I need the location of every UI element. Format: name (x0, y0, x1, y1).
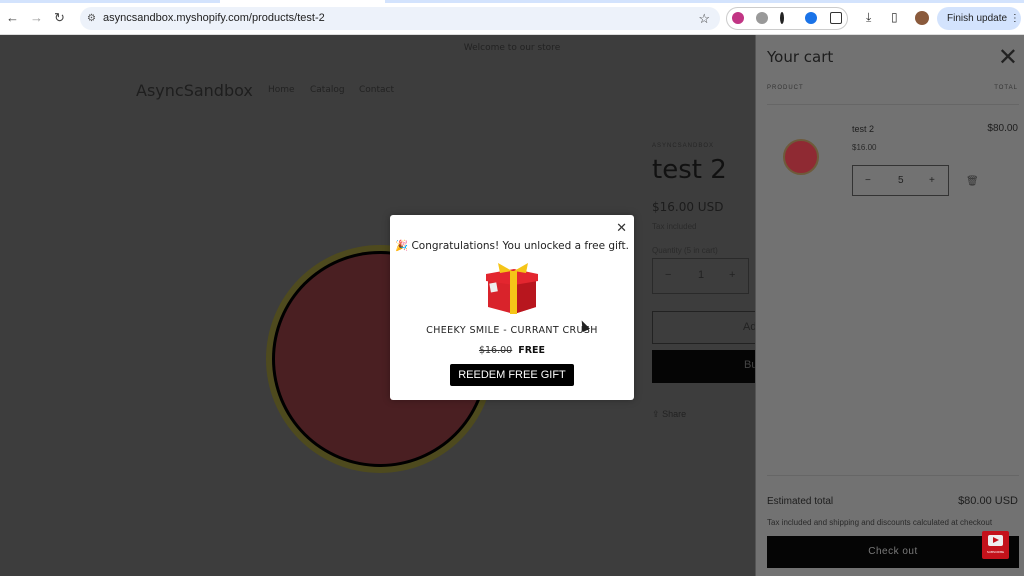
puzzle-icon[interactable] (830, 12, 842, 24)
product-title: test 2 (652, 155, 727, 185)
column-product: PRODUCT (767, 85, 804, 91)
cart-drawer: Your cart ✕ PRODUCT TOTAL test 2 $16.00 … (755, 35, 1024, 576)
buy-now-button[interactable]: Bu (652, 350, 757, 383)
decrease-button[interactable]: − (665, 269, 671, 281)
quantity-value[interactable]: 5 (898, 175, 904, 186)
decrease-button[interactable]: − (865, 175, 871, 186)
gift-prices: $16.00 FREE (390, 345, 634, 356)
share-icon: ⇪ (652, 409, 660, 419)
store-page: Welcome to our store AsyncSandbox Home C… (0, 35, 757, 576)
quantity-stepper: − 1 + (652, 258, 749, 294)
youtube-subscribe-badge[interactable]: SUBSCRIBE (982, 531, 1009, 559)
finish-update-button[interactable]: Finish update ⋮ (937, 7, 1021, 30)
quantity-value[interactable]: 1 (698, 269, 704, 281)
close-icon[interactable]: ✕ (998, 43, 1018, 72)
free-price: FREE (518, 345, 546, 356)
add-to-cart-button[interactable]: Ad (652, 311, 756, 344)
free-gift-modal: ✕ 🎉 Congratulations! You unlocked a free… (390, 215, 634, 400)
tax-note: Tax included (652, 222, 697, 231)
divider (767, 104, 1019, 105)
cart-title: Your cart (767, 48, 834, 66)
store-logo[interactable]: AsyncSandbox (136, 81, 253, 100)
subscribe-label: SUBSCRIBE (986, 550, 1005, 554)
congrats-message: 🎉 Congratulations! You unlocked a free g… (395, 240, 629, 252)
cart-quantity-stepper: − 5 + (852, 165, 949, 196)
share-button[interactable]: ⇪ Share (652, 409, 686, 420)
play-icon (988, 535, 1003, 546)
tab-strip (0, 0, 1024, 3)
back-icon[interactable]: ← (6, 10, 19, 25)
product-price: $16.00 USD (652, 200, 724, 214)
sidepanel-icon[interactable]: ▯ (891, 10, 898, 24)
quantity-label: Quantity (5 in cart) (652, 246, 718, 255)
nav-contact[interactable]: Contact (359, 85, 394, 95)
bookmark-star-icon[interactable]: ☆ (698, 7, 710, 30)
column-total: TOTAL (994, 85, 1018, 91)
estimated-total-value: $80.00 USD (958, 495, 1018, 507)
gift-box-icon (486, 263, 538, 314)
extensions-group (726, 7, 848, 30)
eyedropper-icon[interactable] (780, 12, 784, 24)
increase-button[interactable]: + (929, 175, 935, 186)
extension-icon[interactable] (732, 12, 744, 24)
cart-item-total: $80.00 (987, 123, 1018, 134)
increase-button[interactable]: + (729, 269, 735, 281)
extension-icon[interactable] (805, 12, 817, 24)
estimated-total-label: Estimated total (767, 496, 834, 507)
extension-icon[interactable] (756, 12, 768, 24)
address-bar[interactable]: ⚙ asyncsandbox.myshopify.com/products/te… (80, 7, 720, 30)
avatar[interactable] (915, 11, 929, 25)
close-icon[interactable]: ✕ (616, 220, 627, 236)
reload-icon[interactable]: ↻ (54, 10, 65, 26)
cart-item-price: $16.00 (852, 143, 877, 152)
tab[interactable] (385, 0, 1024, 3)
nav-catalog[interactable]: Catalog (310, 85, 345, 95)
cart-item-image[interactable] (783, 139, 819, 175)
gift-product-name: CHEEKY SMILE - CURRANT CRUSH (426, 325, 598, 336)
forward-icon[interactable]: → (30, 10, 43, 25)
finish-update-label: Finish update (947, 13, 1008, 24)
product-vendor: ASYNCSANDBOX (652, 143, 715, 149)
redeem-gift-button[interactable]: REEDEM FREE GIFT (450, 364, 574, 386)
browser-toolbar: ← → ↻ ⚙ asyncsandbox.myshopify.com/produ… (0, 0, 1024, 35)
share-label: Share (662, 409, 687, 419)
checkout-note: Tax included and shipping and discounts … (767, 518, 993, 527)
site-settings-icon[interactable]: ⚙ (87, 7, 96, 30)
trash-icon[interactable]: 🗑 (966, 176, 979, 187)
download-icon[interactable]: ⤓ (866, 10, 871, 25)
original-price: $16.00 (478, 345, 513, 356)
url-text: asyncsandbox.myshopify.com/products/test… (103, 12, 325, 24)
divider (767, 475, 1019, 476)
tab[interactable] (0, 0, 220, 3)
nav-home[interactable]: Home (268, 85, 295, 95)
cart-item-name[interactable]: test 2 (852, 124, 874, 134)
